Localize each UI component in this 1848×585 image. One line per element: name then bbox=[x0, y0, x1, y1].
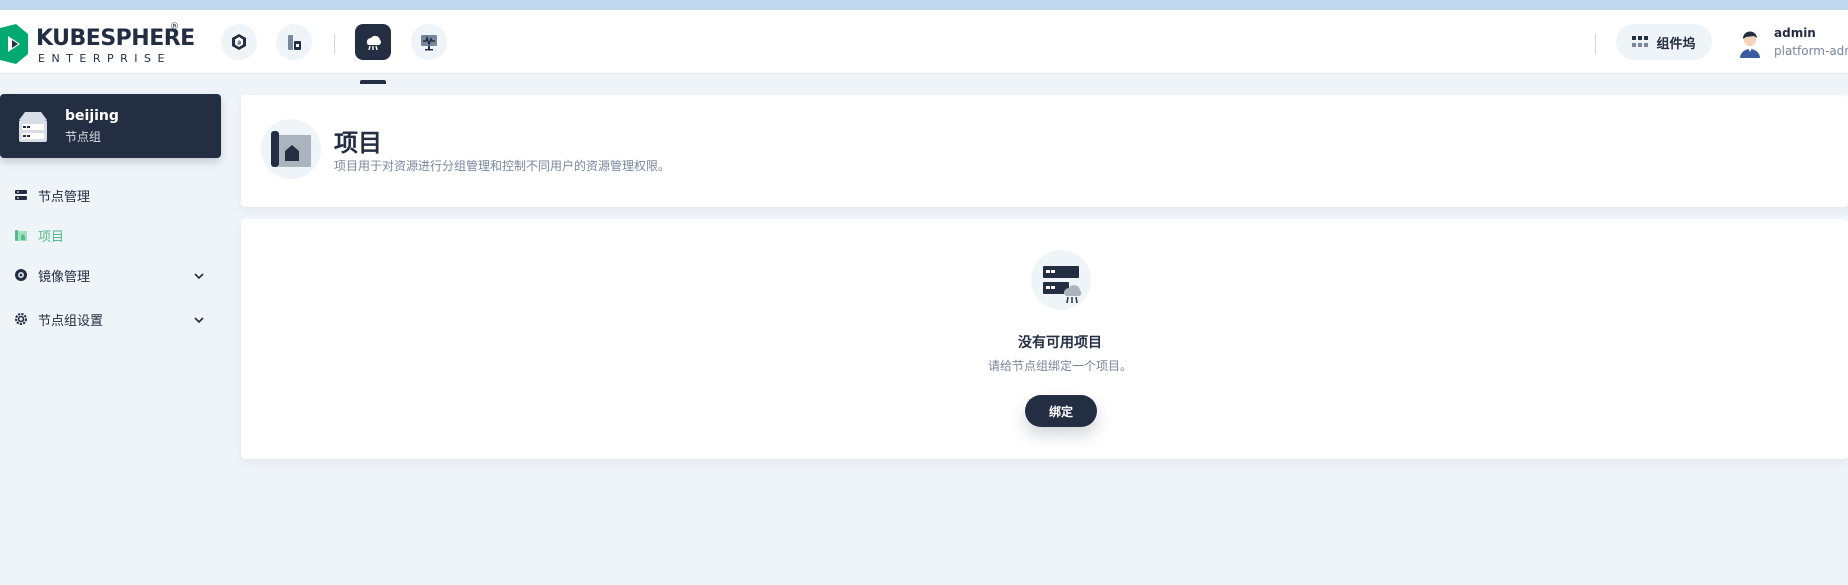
node-group-icon bbox=[19, 112, 47, 142]
grid-icon bbox=[1632, 36, 1649, 47]
chevron-down-icon[interactable] bbox=[193, 270, 205, 282]
project-header-icon bbox=[261, 119, 321, 179]
node-group-card: beijing 节点组 bbox=[0, 94, 221, 158]
top-header: KUBESPHERE ® ENTERPRISE 组件坞 admin platfo… bbox=[0, 10, 1848, 84]
page-description: 项目用于对资源进行分组管理和控制不同用户的资源管理权限。 bbox=[334, 159, 671, 173]
top-strip bbox=[0, 0, 1848, 10]
monitoring-nav-button[interactable] bbox=[411, 24, 447, 60]
sidebar-item-images[interactable]: 镜像管理 bbox=[14, 263, 90, 287]
empty-projects-icon bbox=[1031, 250, 1091, 310]
sidebar-item-label: 节点组设置 bbox=[38, 313, 104, 329]
chevron-down-icon[interactable] bbox=[193, 314, 205, 326]
workbench-button[interactable]: 组件坞 bbox=[1616, 24, 1712, 60]
cluster-icon bbox=[288, 35, 301, 50]
node-icon bbox=[15, 190, 27, 200]
logo-registered-mark: ® bbox=[170, 22, 179, 32]
workbench-label: 组件坞 bbox=[1656, 36, 1696, 52]
sidebar-item-label: 节点管理 bbox=[38, 189, 91, 205]
header-divider bbox=[1595, 34, 1596, 54]
active-tab-indicator bbox=[360, 80, 386, 84]
avatar bbox=[1740, 31, 1760, 58]
page-title: 项目 bbox=[334, 129, 382, 157]
workspace-nav-button[interactable] bbox=[221, 24, 257, 60]
project-icon bbox=[15, 230, 27, 241]
user-name: admin bbox=[1774, 26, 1816, 40]
logo-icon bbox=[0, 24, 28, 64]
user-role: platform-admin bbox=[1774, 44, 1848, 58]
sidebar-item-label: 镜像管理 bbox=[38, 269, 91, 285]
page-header-card bbox=[241, 95, 1848, 207]
empty-state-title: 没有可用项目 bbox=[1018, 335, 1102, 351]
monitoring-icon bbox=[421, 35, 437, 51]
workspace-icon bbox=[232, 34, 246, 50]
sidebar-item-nodes[interactable]: 节点管理 bbox=[14, 183, 90, 207]
sidebar-item-projects[interactable]: 项目 bbox=[14, 223, 64, 247]
sidebar-item-label: 项目 bbox=[38, 229, 65, 245]
image-icon bbox=[15, 269, 27, 281]
node-group-name: beijing bbox=[65, 108, 119, 124]
nav-divider bbox=[334, 34, 335, 54]
settings-icon bbox=[15, 313, 27, 325]
kubesphere-logo[interactable]: KUBESPHERE ® ENTERPRISE bbox=[0, 22, 195, 66]
sidebar-item-group-settings[interactable]: 节点组设置 bbox=[14, 307, 103, 331]
logo-subtitle: ENTERPRISE bbox=[38, 52, 171, 65]
bind-project-button[interactable]: 绑定 bbox=[1025, 395, 1097, 427]
edge-node-nav-button[interactable] bbox=[355, 24, 391, 60]
edge-node-icon bbox=[366, 35, 381, 51]
cluster-nav-button[interactable] bbox=[276, 24, 312, 60]
node-group-type: 节点组 bbox=[65, 130, 102, 144]
empty-state-description: 请给节点组绑定一个项目。 bbox=[987, 359, 1132, 373]
